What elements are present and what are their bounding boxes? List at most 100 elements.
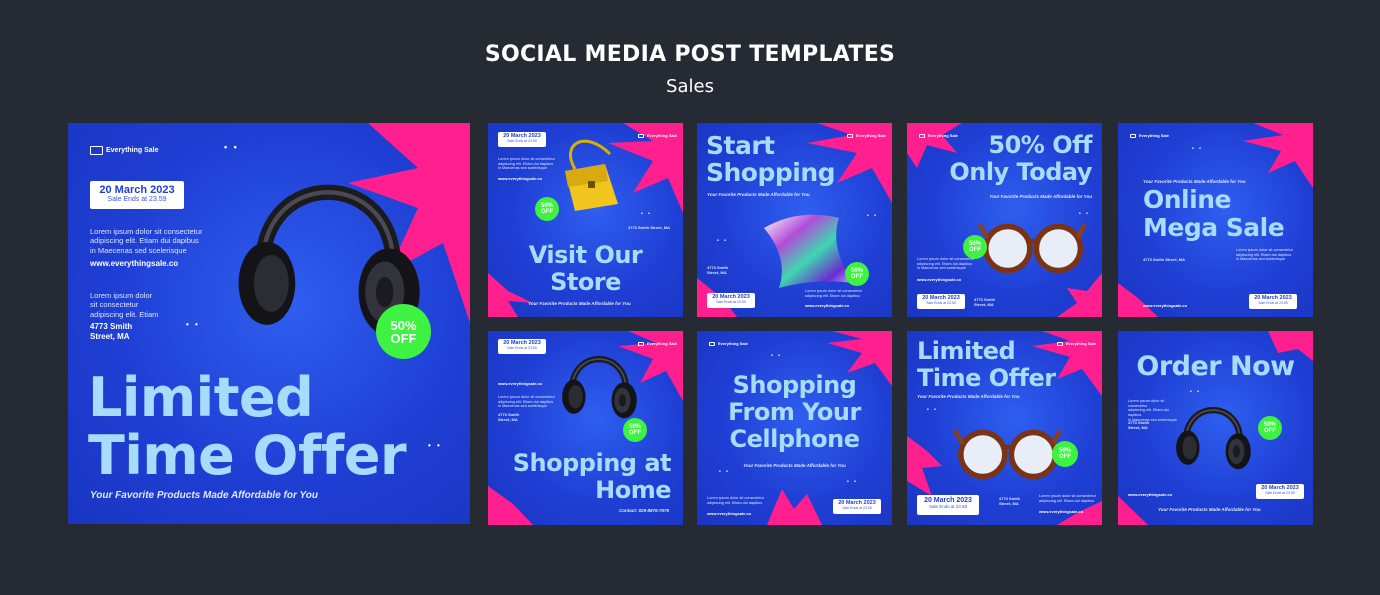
sale-ends-label: Sale Ends at 23.59 xyxy=(842,506,872,510)
post-start-shopping[interactable]: Everything Sale Start Shopping Your Favo… xyxy=(697,123,892,317)
address: 4773 Smith Street, MA xyxy=(498,412,519,423)
brand: Everything Sale xyxy=(638,133,677,138)
post-limited-time-offer-large[interactable]: Everything Sale • • 20 March 2023 Sale E… xyxy=(68,123,470,524)
post-shopping-from-cellphone[interactable]: Everything Sale • • Shopping From Your C… xyxy=(697,331,892,525)
discount-off: OFF xyxy=(390,330,417,346)
description-text: Lorem ipsum dolor sit consectetur adipis… xyxy=(805,289,875,298)
dots-decoration: • • xyxy=(771,353,782,359)
address: 4773 Smith Street, MA xyxy=(1128,420,1149,431)
headline-line: Shopping at xyxy=(512,449,672,477)
date-box: 20 March 2023 Sale Ends at 23.59 xyxy=(917,294,965,309)
tagline: Your Favorite Products Made Affordable f… xyxy=(989,194,1092,199)
dots-decoration: • • xyxy=(717,238,728,244)
website-link[interactable]: www.everythingsale.co xyxy=(707,511,751,516)
sale-ends-label: Sale Ends at 23.59 xyxy=(1258,301,1288,305)
post-online-mega-sale[interactable]: Everything Sale • • Your Favorite Produc… xyxy=(1118,123,1313,317)
dots-decoration: • • xyxy=(847,479,858,485)
headline-line: Mega Sale xyxy=(1143,213,1285,242)
brand: Everything Sale xyxy=(90,146,159,155)
page-title: SOCIAL MEDIA POST TEMPLATES xyxy=(484,42,896,67)
discount-percent: 50% xyxy=(390,317,417,333)
brand-label: Everything Sale xyxy=(718,341,749,346)
post-visit-our-store[interactable]: Everything Sale 20 March 2023 Sale Ends … xyxy=(488,123,683,317)
tagline: Your Favorite Products Made Affordable f… xyxy=(707,192,810,197)
address-line: Street, MA xyxy=(1128,424,1148,430)
sale-ends-label: Sale Ends at 23.59 xyxy=(1265,491,1295,495)
date-box: 20 March 2023 Sale Ends at 23.59 xyxy=(917,495,979,515)
website-link[interactable]: www.everythingsale.co xyxy=(498,176,542,181)
sale-ends-label: Sale Ends at 23.59 xyxy=(716,300,746,304)
headline-line: Cellphone xyxy=(729,425,860,453)
headline-line: Time Offer xyxy=(917,364,1056,392)
headline: Limited Time Offer xyxy=(88,366,407,483)
dots-decoration: • • xyxy=(867,213,878,219)
headphones-icon xyxy=(1168,386,1258,486)
date-box: 20 March 2023 Sale Ends at 23.59 xyxy=(498,339,546,354)
website-link[interactable]: www.everythingsale.co xyxy=(1128,492,1172,497)
dots-decoration: • • xyxy=(428,441,442,450)
post-order-now[interactable]: Order Now • • Lorem ipsum dolor sit cons… xyxy=(1118,331,1313,525)
brand: Everything Sale xyxy=(847,133,886,138)
brand-label: Everything Sale xyxy=(1066,341,1097,346)
pink-burst-shape xyxy=(1118,496,1148,525)
headline-line: Store xyxy=(550,268,621,296)
address: 4773 Smith Street, MA xyxy=(628,225,670,230)
glasses-icon xyxy=(952,409,1062,489)
website-link[interactable]: www.everythingsale.co xyxy=(498,381,542,386)
website-link[interactable]: www.everythingsale.co xyxy=(805,303,849,308)
address: 4773 Smith Street, MA xyxy=(974,297,995,308)
discount-off: OFF xyxy=(969,247,981,253)
date-box: 20 March 2023 Sale Ends at 23.59 xyxy=(90,181,184,209)
description-line: in Maecenas sed scelerisque xyxy=(1236,257,1285,262)
sale-tag-icon xyxy=(90,146,103,155)
website-link[interactable]: www.everythingsale.co xyxy=(1143,303,1187,308)
sale-tag-icon xyxy=(1130,133,1136,138)
address: 4773 Smith Street, MA xyxy=(90,322,132,341)
description-line: in Maecenas sed scelerisque xyxy=(917,266,966,271)
sale-ends-label: Sale Ends at 23.59 xyxy=(928,504,968,509)
address: 4773 Smith Street, MA xyxy=(707,265,728,276)
headline-line: Limited xyxy=(88,366,314,429)
brand-label: Everything Sale xyxy=(856,133,887,138)
dots-decoration: • • xyxy=(719,469,730,475)
sale-tag-icon xyxy=(709,341,715,346)
website-link[interactable]: www.everythingsale.co xyxy=(917,277,961,282)
description-line: adipiscing elit. Etiam dui dapibus xyxy=(1039,498,1095,503)
discount-off: OFF xyxy=(851,274,863,280)
glasses-icon xyxy=(977,203,1087,283)
tagline: Your Favorite Products Made Affordable f… xyxy=(917,394,1020,399)
description-text: Lorem ipsum dolor sit consectetur adipis… xyxy=(498,157,558,171)
description-line: Lorem ipsum dolor sit consectetur xyxy=(90,227,203,236)
description-text: Lorem ipsum dolor sit consectetur adipis… xyxy=(707,496,777,505)
tagline: Your Favorite Products Made Affordable f… xyxy=(528,301,631,306)
description-text: Lorem ipsum dolor sit consectetur adipis… xyxy=(1039,494,1099,503)
discount-badge: 50% OFF xyxy=(535,197,559,221)
date-box: 20 March 2023 Sale Ends at 23.59 xyxy=(1249,294,1297,309)
description-text: Lorem ipsum dolor sit consectetur adipis… xyxy=(90,227,220,255)
tagline: Your Favorite Products Made Affordable f… xyxy=(1158,507,1261,512)
headline-line: Only Today xyxy=(949,158,1092,186)
sale-ends-label: Sale Ends at 23.59 xyxy=(507,346,537,350)
sale-ends-label: Sale Ends at 23.59 xyxy=(926,301,956,305)
address-line: 4773 Smith Street, MA xyxy=(1143,257,1186,262)
post-limited-time-offer-small[interactable]: Everything Sale Limited Time Offer Your … xyxy=(907,331,1102,525)
brand-label: Everything Sale xyxy=(647,133,678,138)
website-link[interactable]: www.everythingsale.co xyxy=(90,259,178,268)
sale-tag-icon xyxy=(1057,341,1063,346)
sale-ends-label: Sale Ends at 23.59 xyxy=(507,139,537,143)
post-shopping-at-home[interactable]: Everything Sale 20 March 2023 Sale Ends … xyxy=(488,331,683,525)
headline: Shopping From Your Cellphone xyxy=(697,373,892,451)
pink-burst-shape xyxy=(1118,283,1158,317)
address-line: 4773 Smith xyxy=(90,322,133,331)
description-line: sit consectetur xyxy=(90,300,139,310)
website-link[interactable]: www.everythingsale.co xyxy=(1039,509,1083,514)
post-50-off-only-today[interactable]: Everything Sale 50% Off Only Today Your … xyxy=(907,123,1102,317)
address-line: Street, MA xyxy=(974,301,994,307)
sale-tag-icon xyxy=(847,133,853,138)
brand-label: Everything Sale xyxy=(106,147,159,154)
description-line: in Maecenas sed scelerisque xyxy=(90,245,187,255)
address-line: Street, MA xyxy=(90,331,130,341)
discount-off: OFF xyxy=(1059,454,1071,460)
brand: Everything Sale xyxy=(709,341,748,346)
discount-badge: 50% OFF xyxy=(845,262,869,286)
